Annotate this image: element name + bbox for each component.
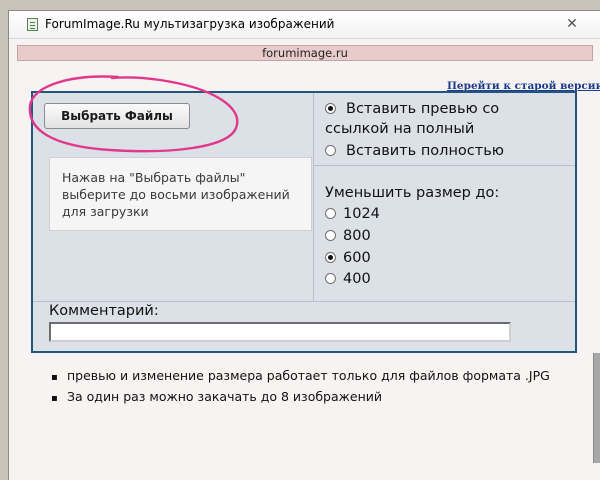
close-icon[interactable]: ✕: [562, 15, 582, 33]
comment-input[interactable]: [49, 322, 511, 342]
insert-full-option[interactable]: Вставить полностью: [325, 141, 504, 161]
resize-option-1024[interactable]: 1024: [325, 204, 380, 224]
insert-preview-option[interactable]: Вставить превью со ссылкой на полный: [325, 99, 565, 139]
resize-label-400: 400: [343, 271, 371, 287]
notes-list: превью и изменение размера работает толь…: [51, 366, 550, 408]
insert-preview-radio[interactable]: [325, 103, 336, 114]
window-title: ForumImage.Ru мультизагрузка изображений: [45, 17, 335, 31]
options-divider: [314, 165, 575, 166]
note-max-files: За один раз можно закачать до 8 изображе…: [51, 387, 550, 408]
insert-full-label: Вставить полностью: [346, 143, 504, 159]
page-icon: [27, 18, 38, 31]
resize-radio-1024[interactable]: [325, 208, 336, 219]
resize-label: Уменьшить размер до:: [325, 185, 500, 201]
scrollbar[interactable]: [593, 353, 600, 463]
upload-window: ForumImage.Ru мультизагрузка изображений…: [8, 10, 600, 480]
column-divider: [313, 93, 314, 301]
resize-option-800[interactable]: 800: [325, 226, 371, 246]
address-bar: forumimage.ru: [17, 45, 593, 61]
title-bar[interactable]: ForumImage.Ru мультизагрузка изображений…: [9, 11, 600, 39]
comment-divider: [33, 301, 575, 302]
select-files-button[interactable]: Выбрать Файлы: [44, 103, 190, 129]
resize-option-600[interactable]: 600: [325, 248, 371, 268]
resize-radio-400[interactable]: [325, 273, 336, 284]
note-jpg-only: превью и изменение размера работает толь…: [51, 366, 550, 387]
resize-label-600: 600: [343, 250, 371, 266]
resize-label-800: 800: [343, 228, 371, 244]
insert-preview-label: Вставить превью со ссылкой на полный: [325, 101, 500, 137]
comment-label: Комментарий:: [49, 303, 159, 319]
resize-label-1024: 1024: [343, 206, 380, 222]
upload-hint: Нажав на "Выбрать файлы" выберите до вос…: [49, 157, 312, 231]
resize-option-400[interactable]: 400: [325, 269, 371, 289]
upload-panel: Выбрать Файлы Нажав на "Выбрать файлы" в…: [31, 91, 577, 353]
resize-radio-800[interactable]: [325, 230, 336, 241]
resize-radio-600[interactable]: [325, 252, 336, 263]
insert-full-radio[interactable]: [325, 145, 336, 156]
